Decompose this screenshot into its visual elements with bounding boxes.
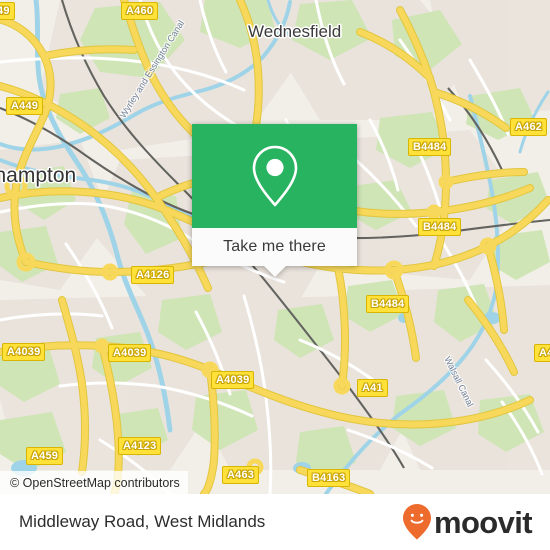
osm-attribution[interactable]: © OpenStreetMap contributors: [0, 471, 188, 494]
map-canvas[interactable]: Wednesfield ...rhampton Wyrley and Essin…: [0, 0, 550, 494]
road-shield-a41: A41: [357, 379, 388, 397]
road-shield-b4484-mid: B4484: [418, 218, 462, 236]
map-screenshot: Wednesfield ...rhampton Wyrley and Essin…: [0, 0, 550, 550]
take-me-there-label: Take me there: [223, 238, 326, 255]
road-shield-b4163: B4163: [307, 469, 351, 487]
osm-attribution-text: © OpenStreetMap contributors: [10, 475, 180, 490]
road-shield-a4126: A4126: [131, 266, 175, 284]
bottom-info-bar: Middleway Road, West Midlands moovit: [0, 494, 550, 550]
road-shield-a459: A459: [26, 447, 64, 465]
callout-icon-panel: [192, 124, 357, 228]
moovit-smiley-pin-icon: [402, 504, 431, 540]
road-shield-a49: 49: [0, 2, 15, 20]
road-shield-a463: A463: [222, 466, 260, 484]
destination-callout-card[interactable]: Take me there: [192, 124, 357, 277]
callout-action-panel[interactable]: Take me there: [192, 228, 357, 277]
road-shield-a462: A462: [510, 118, 548, 136]
road-shield-a4039-east: A4039: [211, 371, 255, 389]
moovit-wordmark: moovit: [433, 504, 533, 540]
place-title: Middleway Road, West Midlands: [19, 512, 266, 531]
road-shield-b4484-north: B4484: [408, 138, 452, 156]
road-shield-a4: A4: [534, 344, 550, 362]
place-label-wednesfield: Wednesfield: [248, 22, 342, 41]
moovit-logo[interactable]: moovit: [402, 503, 533, 541]
road-shield-a4123: A4123: [118, 437, 162, 455]
map-pin-icon: [252, 145, 297, 207]
road-shield-a460: A460: [121, 2, 159, 20]
road-shield-a4039-mid: A4039: [108, 344, 152, 362]
road-shield-b4484-south: B4484: [366, 295, 410, 313]
callout-tail: [263, 266, 286, 277]
road-shield-a4039-west: A4039: [2, 343, 46, 361]
place-label-wolverhampton: ...rhampton: [0, 164, 77, 187]
road-shield-a449: A449: [6, 97, 44, 115]
